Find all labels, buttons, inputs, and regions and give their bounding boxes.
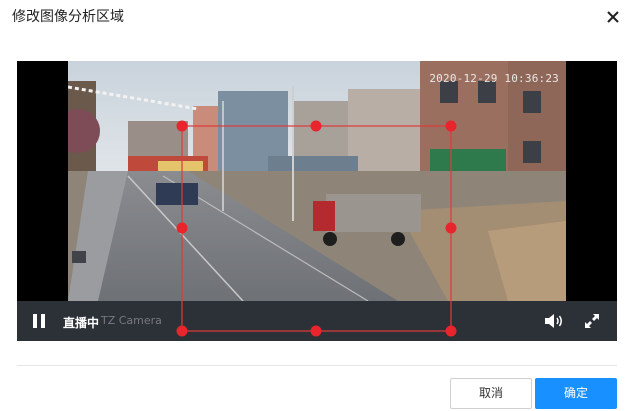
dialog-header: 修改图像分析区域 bbox=[0, 0, 636, 36]
pause-icon bbox=[33, 314, 37, 328]
volume-icon bbox=[545, 314, 562, 328]
region-handle-bottom[interactable] bbox=[310, 325, 322, 337]
close-icon bbox=[607, 11, 619, 23]
video-timestamp: 2020-12-29 10:36:23 bbox=[429, 72, 559, 85]
footer-divider bbox=[17, 365, 617, 366]
dialog-title: 修改图像分析区域 bbox=[12, 9, 124, 25]
cancel-button[interactable]: 取消 bbox=[450, 378, 532, 409]
region-handle-top-left[interactable] bbox=[176, 120, 188, 132]
live-status-label: 直播中 bbox=[63, 316, 100, 330]
region-handle-left[interactable] bbox=[176, 222, 188, 234]
region-handle-top[interactable] bbox=[310, 120, 322, 132]
region-handle-right[interactable] bbox=[445, 222, 457, 234]
pause-button[interactable] bbox=[32, 313, 48, 329]
video-player[interactable]: 2020-12-29 10:36:23 直播中 TZ Camera bbox=[17, 61, 617, 341]
pause-icon bbox=[41, 314, 45, 328]
fullscreen-icon bbox=[585, 314, 599, 328]
volume-button[interactable] bbox=[543, 313, 565, 329]
region-handle-bottom-left[interactable] bbox=[176, 325, 188, 337]
confirm-button[interactable]: 确定 bbox=[535, 378, 617, 409]
region-handle-top-right[interactable] bbox=[445, 120, 457, 132]
fullscreen-button[interactable] bbox=[583, 312, 601, 330]
close-button[interactable] bbox=[602, 6, 624, 28]
camera-scene bbox=[68, 61, 566, 301]
edit-analysis-region-dialog: 修改图像分析区域 2020-12-29 10:36:23 直播中 TZ Came… bbox=[0, 0, 636, 411]
camera-osd-text: TZ Camera bbox=[101, 314, 162, 327]
region-handle-bottom-right[interactable] bbox=[445, 325, 457, 337]
